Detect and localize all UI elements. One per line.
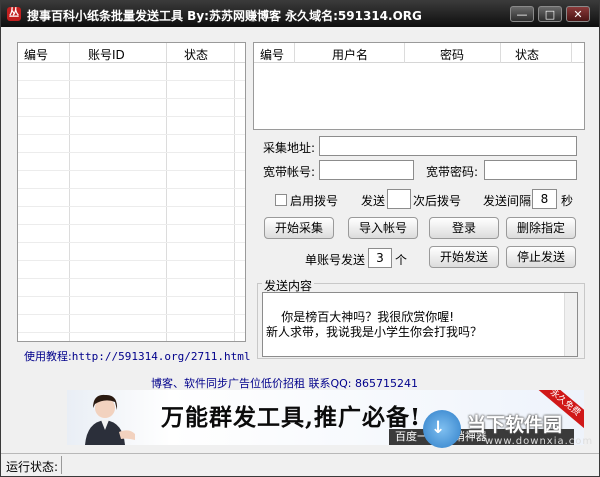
content-text: 你是榜百大神吗？我很欣赏你喔! 新人求带，我说我是小学生你会打我吗？ (266, 310, 483, 339)
status-divider (61, 456, 62, 474)
download-arrow-icon: ↓ (423, 410, 461, 448)
content-scrollbar[interactable] (564, 293, 577, 356)
col-header-username[interactable]: 用户名 (332, 46, 368, 63)
content-textarea[interactable]: 你是榜百大神吗？我很欣赏你喔! 新人求带，我说我是小学生你会打我吗？ (262, 292, 578, 357)
send-label: 发送 (361, 194, 386, 208)
col-header-account-id[interactable]: 账号ID (88, 46, 125, 63)
banner-slogan: 万能群发工具,推广必备! (161, 404, 422, 431)
watermark-glyph: ↓ (431, 418, 446, 438)
after-dial-label: 次后拨号 (413, 194, 462, 208)
row-line (18, 224, 245, 225)
send-interval-input[interactable]: 8 (532, 189, 557, 209)
maximize-button[interactable]: □ (538, 6, 562, 22)
stop-send-button[interactable]: 停止发送 (506, 246, 576, 268)
delete-specified-button[interactable]: 删除指定 (506, 217, 576, 239)
watermark-cn: 当下软件园 (467, 414, 563, 436)
column-divider (69, 43, 70, 341)
row-line (18, 134, 245, 135)
watermark-en: www.downxia.com (485, 436, 594, 447)
tutorial-line: 使用教程:http://591314.org/2711.html (24, 348, 251, 364)
col-header-password[interactable]: 密码 (440, 46, 464, 63)
tutorial-label: 使用教程: (24, 350, 72, 363)
status-bar: 运行状态: (1, 453, 599, 476)
broadband-password-input[interactable] (484, 160, 577, 180)
broadband-account-label: 宽带帐号: (263, 165, 316, 179)
seconds-label: 秒 (561, 194, 574, 208)
per-account-label: 单账号发送 (305, 253, 366, 267)
app-logo-icon: 丛 (7, 7, 21, 21)
enable-dial-checkbox[interactable] (275, 194, 287, 206)
start-collect-button[interactable]: 开始采集 (264, 217, 334, 239)
row-line (18, 152, 245, 153)
woman-photo-icon (85, 394, 135, 445)
col-header-id[interactable]: 编号 (24, 46, 48, 63)
per-account-input[interactable]: 3 (368, 248, 392, 268)
row-line (18, 260, 245, 261)
column-divider (166, 43, 167, 341)
column-divider (294, 43, 295, 63)
row-line (18, 278, 245, 279)
status-label: 运行状态: (6, 460, 59, 474)
send-interval-label: 发送间隔 (483, 194, 532, 208)
row-line (18, 170, 245, 171)
tutorial-link[interactable]: http://591314.org/2711.html (72, 350, 251, 363)
minimize-button[interactable]: — (510, 6, 534, 22)
row-line (18, 116, 245, 117)
window-title: 搜事百科小纸条批量发送工具 By:苏苏网赚博客 永久域名:591314.ORG (27, 9, 422, 23)
column-divider (404, 43, 405, 63)
site-watermark: ↓ 当下软件园 www.downxia.com (423, 410, 595, 454)
enable-dial-label[interactable]: 启用拨号 (290, 192, 338, 209)
row-line (18, 242, 245, 243)
col-header-id[interactable]: 编号 (260, 46, 284, 63)
row-line (18, 332, 245, 333)
row-line (18, 314, 245, 315)
col-header-status[interactable]: 状态 (184, 46, 208, 63)
column-divider (500, 43, 501, 63)
ad-text[interactable]: 博客、软件同步广告位低价招租 联系QQ: 865715241 (151, 375, 418, 391)
user-list[interactable]: 编号 用户名 密码 状态 (253, 42, 585, 130)
account-list[interactable]: 编号 账号ID 状态 (17, 42, 246, 342)
start-send-button[interactable]: 开始发送 (429, 246, 499, 268)
send-count-input[interactable] (387, 189, 411, 209)
title-bar[interactable]: 丛 搜事百科小纸条批量发送工具 By:苏苏网赚博客 永久域名:591314.OR… (1, 1, 599, 27)
user-list-header: 编号 用户名 密码 状态 (254, 43, 584, 63)
broadband-account-input[interactable] (319, 160, 414, 180)
app-window: 丛 搜事百科小纸条批量发送工具 By:苏苏网赚博客 永久域名:591314.OR… (0, 0, 600, 477)
collect-url-label: 采集地址: (263, 141, 316, 155)
row-line (18, 188, 245, 189)
per-account-unit: 个 (395, 253, 408, 267)
broadband-password-label: 宽带密码: (426, 165, 479, 179)
close-button[interactable]: ✕ (566, 6, 590, 22)
account-list-header: 编号 账号ID 状态 (18, 43, 245, 63)
row-line (18, 98, 245, 99)
collect-url-input[interactable] (319, 136, 577, 156)
col-header-status[interactable]: 状态 (515, 46, 539, 63)
column-divider (234, 43, 235, 341)
row-line (18, 80, 245, 81)
column-divider (571, 43, 572, 63)
row-line (18, 296, 245, 297)
import-account-button[interactable]: 导入帐号 (348, 217, 418, 239)
login-button[interactable]: 登录 (429, 217, 499, 239)
row-line (18, 206, 245, 207)
